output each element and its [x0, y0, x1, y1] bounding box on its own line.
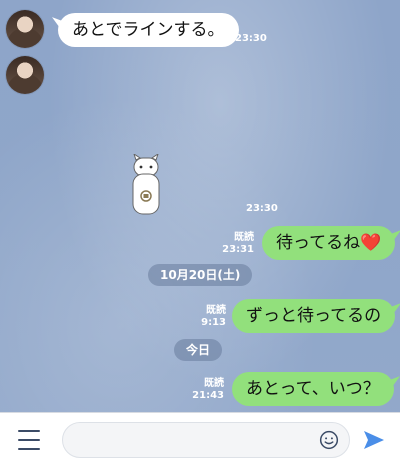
read-receipt: 既読: [206, 305, 226, 316]
read-receipt: 既読: [204, 378, 224, 389]
outgoing-message-bubble[interactable]: ずっと待ってるの: [232, 299, 396, 333]
chat-screen: あとでラインする。 23:30 23:30 既読 23:31 待ってるね❤️ 1…: [0, 0, 400, 466]
message-text: ずっと待ってるの: [246, 306, 382, 326]
emoji-icon[interactable]: [319, 430, 339, 450]
message-text: 待ってるね❤️: [276, 233, 382, 253]
avatar[interactable]: [6, 56, 44, 94]
message-meta: 既読 23:31: [216, 232, 254, 256]
outgoing-message-bubble[interactable]: あとって、いつ？: [232, 372, 394, 406]
send-icon[interactable]: [362, 429, 386, 451]
message-meta: 既読 9:13: [188, 305, 226, 329]
menu-button[interactable]: [18, 430, 40, 450]
date-separator: 今日: [174, 339, 223, 361]
message-meta: 既読 21:43: [186, 378, 224, 402]
message-time: 23:30: [235, 33, 267, 44]
message-time: 23:31: [222, 244, 254, 255]
date-separator: 10月20日(土): [148, 264, 253, 286]
message-time: 23:30: [246, 203, 278, 214]
outgoing-message-bubble[interactable]: 待ってるね❤️: [262, 226, 396, 260]
message-text: あとって、いつ？: [246, 379, 380, 399]
message-time: 9:13: [201, 317, 226, 328]
message-list[interactable]: あとでラインする。 23:30 23:30 既読 23:31 待ってるね❤️ 1…: [0, 0, 400, 412]
cat-sticker[interactable]: [126, 152, 166, 218]
message-input[interactable]: [62, 422, 350, 458]
message-composer: [0, 412, 400, 466]
avatar[interactable]: [6, 10, 44, 48]
read-receipt: 既読: [234, 232, 254, 243]
message-time: 21:43: [192, 390, 224, 401]
message-text: あとでラインする。: [72, 20, 225, 40]
cat-sticker-icon: [132, 152, 160, 215]
incoming-message-bubble[interactable]: あとでラインする。: [58, 13, 239, 47]
